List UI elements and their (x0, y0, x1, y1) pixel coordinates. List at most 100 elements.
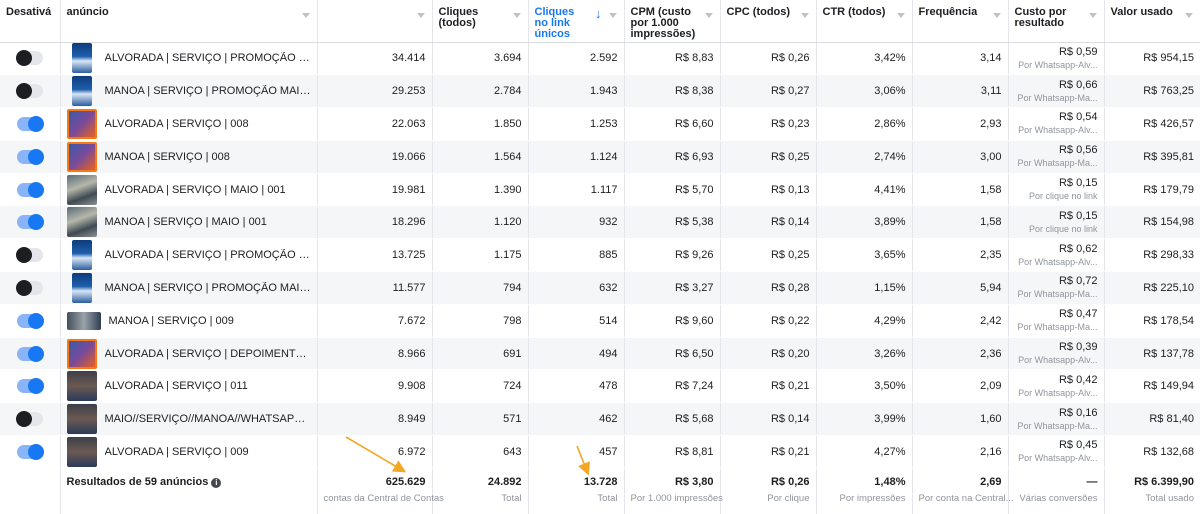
column-header-toggle[interactable]: Desativá (0, 0, 61, 43)
ad-cell[interactable]: ALVORADA | SERVIÇO | 011 (60, 369, 318, 404)
ad-name[interactable]: MANOA | SERVIÇO | PROMOÇÃO MAIO | 001 (105, 85, 311, 97)
cpm-cell: R$ 6,50 (624, 337, 721, 371)
ad-cell[interactable]: ALVORADA | SERVIÇO | 008 (60, 107, 318, 141)
ad-thumbnail[interactable] (66, 311, 101, 330)
frequency-cell: 2,93 (912, 107, 1009, 141)
ad-cell[interactable]: ALVORADA | SERVIÇO | MAIO | 001 (60, 173, 318, 207)
ad-name[interactable]: ALVORADA | SERVIÇO | 009 (105, 446, 249, 458)
chevron-down-icon[interactable] (608, 13, 617, 18)
chevron-down-icon[interactable] (896, 13, 905, 18)
column-header-label: CTR (todos) (822, 6, 886, 18)
table-row[interactable]: ALVORADA | SERVIÇO | PROMOÇÃO MAIO | ...… (0, 42, 1200, 76)
ad-thumbnail[interactable] (66, 108, 97, 139)
chevron-down-icon[interactable] (992, 13, 1001, 18)
ad-cell[interactable]: MANOA | SERVIÇO | PROMOÇÃO MAIO | 001 (60, 74, 318, 109)
table-row[interactable]: ALVORADA | SERVIÇO | PROMOÇÃO MAIO | ...… (0, 238, 1200, 273)
ad-thumbnail[interactable] (71, 43, 92, 74)
column-header-unique-link-clicks[interactable]: Cliques no link únicos ↓ (528, 0, 625, 43)
chevron-down-icon[interactable] (1088, 13, 1097, 18)
ad-status-toggle[interactable] (15, 83, 43, 100)
ad-name[interactable]: MAIO//SERVIÇO//MANOA//WHATSAPP//002 (105, 413, 311, 425)
cost-value: R$ 0,42 (1058, 373, 1098, 386)
info-icon[interactable]: i (211, 477, 222, 488)
ad-name[interactable]: MANOA | SERVIÇO | MAIO | 001 (105, 216, 267, 228)
cost-value: R$ 0,66 (1058, 78, 1098, 91)
chevron-down-icon[interactable] (301, 13, 310, 18)
ad-name[interactable]: ALVORADA | SERVIÇO | PROMOÇÃO MAIO | ... (105, 52, 311, 64)
ad-cell[interactable]: ALVORADA | SERVIÇO | PROMOÇÃO MAIO | ... (60, 238, 318, 273)
sort-descending-icon[interactable]: ↓ (595, 7, 602, 20)
table-row[interactable]: ALVORADA | SERVIÇO | MAIO | 001 19.981 1.3… (0, 173, 1200, 207)
ad-status-toggle[interactable] (15, 411, 43, 428)
ad-status-toggle[interactable] (16, 345, 44, 362)
ad-thumbnail[interactable] (66, 338, 97, 369)
chevron-down-icon[interactable] (512, 13, 521, 18)
table-row[interactable]: MANOA | SERVIÇO | PROMOÇÃO MAIO | 001 29.… (0, 74, 1200, 109)
ad-cell[interactable]: MAIO//SERVIÇO//MANOA//WHATSAPP//002 (60, 402, 318, 437)
chevron-down-icon[interactable] (800, 13, 809, 18)
ad-status-toggle[interactable] (16, 214, 44, 231)
ad-thumbnail[interactable] (66, 436, 97, 467)
ad-status-toggle[interactable] (15, 279, 43, 296)
column-header-clicks-all[interactable]: Cliques (todos) (432, 0, 529, 43)
table-row[interactable]: MANOA | SERVIÇO | 008 19.066 1.564 1.124 R$ … (0, 140, 1200, 174)
ad-status-toggle[interactable] (15, 50, 43, 67)
column-header-cpm[interactable]: CPM (custo por 1.000 impressões) (624, 0, 721, 43)
ad-status-toggle[interactable] (15, 247, 43, 264)
cost-per-result-cell: R$ 0,66 Por Whatsapp-Ma... (1008, 74, 1105, 109)
ad-thumbnail[interactable] (66, 141, 97, 172)
chevron-down-icon[interactable] (1185, 13, 1193, 18)
chevron-down-icon[interactable] (416, 13, 425, 18)
ad-thumbnail[interactable] (71, 272, 92, 303)
ad-name[interactable]: ALVORADA | SERVIÇO | DEPOIMENTO | 001 (105, 348, 311, 360)
column-header-frequency[interactable]: Frequência (912, 0, 1009, 43)
ad-name[interactable]: ALVORADA | SERVIÇO | 008 (105, 118, 249, 130)
ad-thumbnail[interactable] (66, 207, 97, 238)
ad-status-toggle[interactable] (16, 115, 44, 132)
ad-status-toggle[interactable] (16, 181, 44, 198)
chevron-down-icon[interactable] (704, 13, 713, 18)
ad-status-toggle[interactable] (16, 443, 44, 460)
column-header-amount-spent[interactable]: Valor usado (1104, 0, 1200, 43)
ad-status-toggle[interactable] (16, 378, 44, 395)
ad-name[interactable]: MANOA | SERVIÇO | PROMOÇÃO MAIO | 002 (105, 282, 311, 294)
cpc-cell: R$ 0,25 (720, 238, 817, 273)
cpc-cell: R$ 0,14 (720, 205, 817, 240)
table-row[interactable]: ALVORADA | SERVIÇO | DEPOIMENTO | 001 8.9… (0, 337, 1200, 371)
ad-cell[interactable]: MANOA | SERVIÇO | 008 (60, 140, 318, 174)
ad-thumbnail[interactable] (71, 76, 92, 107)
ad-cell[interactable]: MANOA | SERVIÇO | MAIO | 001 (60, 205, 318, 240)
ad-thumbnail[interactable] (66, 371, 97, 402)
ad-cell[interactable]: MANOA | SERVIÇO | 009 (60, 304, 318, 338)
ad-thumbnail[interactable] (66, 404, 97, 435)
ad-cell[interactable]: MANOA | SERVIÇO | PROMOÇÃO MAIO | 002 (60, 271, 318, 305)
ad-name[interactable]: ALVORADA | SERVIÇO | MAIO | 001 (105, 184, 286, 196)
table-row[interactable]: ALVORADA | SERVIÇO | 009 6.972 643 457 R$ 8,… (0, 435, 1200, 469)
table-row[interactable]: MANOA | SERVIÇO | PROMOÇÃO MAIO | 002 11.… (0, 271, 1200, 305)
ad-thumbnail[interactable] (66, 174, 97, 205)
ad-name[interactable]: MANOA | SERVIÇO | 009 (109, 315, 234, 327)
ad-cell[interactable]: ALVORADA | SERVIÇO | PROMOÇÃO MAIO | ... (60, 42, 318, 76)
table-row[interactable]: ALVORADA | SERVIÇO | 008 22.063 1.850 1.253… (0, 107, 1200, 141)
column-header-reach[interactable] (317, 0, 433, 43)
ad-status-toggle[interactable] (16, 312, 44, 329)
table-row[interactable]: MANOA | SERVIÇO | MAIO | 001 18.296 1.120 9… (0, 205, 1200, 240)
column-header-cost-per-result[interactable]: Custo por resultado (1008, 0, 1105, 43)
reach-cell: 34.414 (317, 42, 433, 76)
ad-thumbnail[interactable] (71, 240, 92, 271)
ad-name[interactable]: ALVORADA | SERVIÇO | PROMOÇÃO MAIO | ... (105, 249, 311, 261)
ad-status-toggle[interactable] (16, 148, 44, 165)
ad-cell[interactable]: ALVORADA | SERVIÇO | DEPOIMENTO | 001 (60, 337, 318, 371)
reach-cell: 9.908 (317, 369, 433, 404)
table-row[interactable]: MANOA | SERVIÇO | 009 7.672 798 514 R$ 9,60 R… (0, 304, 1200, 338)
ad-name[interactable]: ALVORADA | SERVIÇO | 011 (105, 380, 248, 392)
cpc-cell: R$ 0,21 (720, 369, 817, 404)
ad-name[interactable]: MANOA | SERVIÇO | 008 (105, 151, 230, 163)
table-row[interactable]: ALVORADA | SERVIÇO | 011 9.908 724 478 R$ 7,… (0, 369, 1200, 404)
column-header-ctr[interactable]: CTR (todos) (816, 0, 913, 43)
table-row[interactable]: MAIO//SERVIÇO//MANOA//WHATSAPP//002 8.949… (0, 402, 1200, 437)
cost-per-result-cell: R$ 0,45 Por Whatsapp-Alv... (1008, 435, 1105, 469)
column-header-ad[interactable]: anúncio (60, 0, 318, 43)
ad-cell[interactable]: ALVORADA | SERVIÇO | 009 (60, 435, 318, 469)
column-header-cpc[interactable]: CPC (todos) (720, 0, 817, 43)
